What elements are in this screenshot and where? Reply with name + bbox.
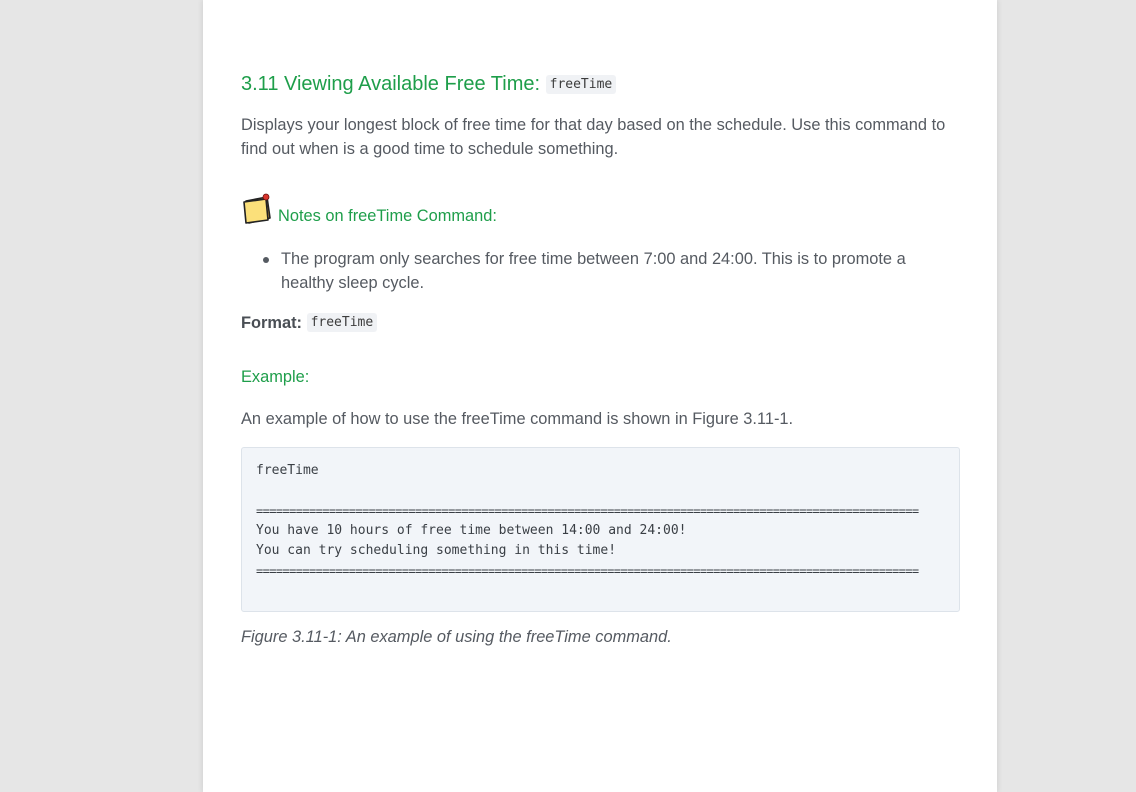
note-list-item: The program only searches for free time … <box>241 247 960 295</box>
example-description: An example of how to use the freeTime co… <box>241 410 794 428</box>
format-line: Format: freeTime <box>241 311 378 335</box>
section-heading-code: freeTime <box>545 75 617 94</box>
note-icon <box>243 193 271 224</box>
code-content: freeTime ================================… <box>242 448 959 581</box>
code-line: You have 10 hours of free time between 1… <box>256 523 687 538</box>
section-heading: 3.11 Viewing Available Free Time: freeTi… <box>241 70 617 99</box>
code-separator-line: ========================================… <box>256 504 919 518</box>
note-list: The program only searches for free time … <box>241 247 960 295</box>
code-block: freeTime ================================… <box>241 447 960 612</box>
code-line: You can try scheduling something in this… <box>256 543 617 558</box>
code-separator-line: ========================================… <box>256 564 919 578</box>
note-title: Notes on freeTime Command: <box>278 207 497 225</box>
format-label: Format: <box>241 314 303 332</box>
document-page: 3.11 Viewing Available Free Time: freeTi… <box>203 0 997 792</box>
figure-caption: Figure 3.11-1: An example of using the f… <box>241 628 672 646</box>
bullet-icon <box>263 257 269 263</box>
note-list-item-text: The program only searches for free time … <box>281 250 906 292</box>
example-heading: Example: <box>241 368 310 386</box>
format-code: freeTime <box>306 313 378 332</box>
code-line: freeTime <box>256 463 319 478</box>
section-heading-text: 3.11 Viewing Available Free Time: <box>241 73 541 95</box>
intro-paragraph: Displays your longest block of free time… <box>241 116 946 158</box>
